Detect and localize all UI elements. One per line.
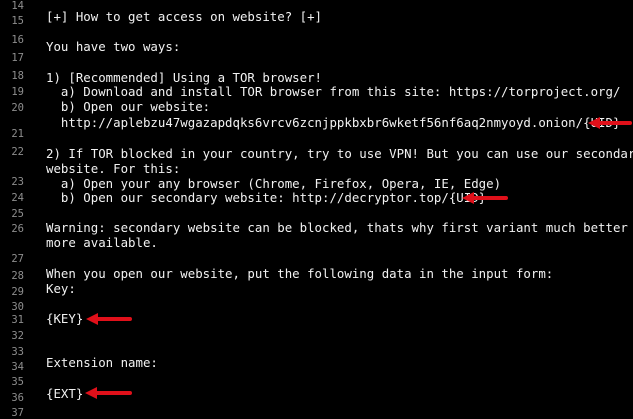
code-line: You have two ways: <box>46 39 181 54</box>
code-line: more available. <box>46 235 158 250</box>
code-line: a) Open your any browser (Chrome, Firefo… <box>46 176 502 191</box>
line-number: 26 <box>11 223 24 235</box>
line-number: 34 <box>11 361 24 373</box>
annotation-arrow-icon <box>462 192 508 204</box>
line-number: 15 <box>11 15 24 27</box>
line-number: 28 <box>11 270 24 282</box>
code-line: When you open our website, put the follo… <box>46 266 554 281</box>
line-number-gutter: 14 15 16 17 18 19 20 21 22 23 24 25 26 2… <box>0 0 32 419</box>
line-number: 19 <box>11 86 24 98</box>
code-line: http://aplebzu47wgazapdqks6vrcv6zcnjppkb… <box>46 115 621 130</box>
code-line: Warning: secondary website can be blocke… <box>46 220 633 235</box>
line-number: 23 <box>11 176 24 188</box>
line-number: 17 <box>11 52 24 64</box>
line-number: 33 <box>11 346 24 358</box>
code-line: a) Download and install TOR browser from… <box>46 84 621 99</box>
line-number: 36 <box>11 392 24 404</box>
line-number: 25 <box>11 208 24 220</box>
arrow-shaft <box>95 391 132 395</box>
line-number: 22 <box>11 146 24 158</box>
line-number: 30 <box>11 301 24 313</box>
code-line: Extension name: <box>46 355 158 370</box>
code-line: b) Open our website: <box>46 99 211 114</box>
line-number: 35 <box>11 376 24 388</box>
code-line: [+] How to get access on website? [+] <box>46 9 323 24</box>
annotation-arrow-icon <box>86 313 132 325</box>
code-line: Key: <box>46 281 76 296</box>
arrow-shaft <box>598 121 632 125</box>
code-line: website. For this: <box>46 161 181 176</box>
annotation-arrow-icon <box>85 387 132 399</box>
code-line: {KEY} <box>46 311 84 326</box>
code-line: 1) [Recommended] Using a TOR browser! <box>46 70 323 85</box>
line-number: 21 <box>11 128 24 140</box>
code-line: {EXT} <box>46 386 84 401</box>
line-number: 29 <box>11 286 24 298</box>
line-number: 14 <box>11 0 24 12</box>
line-number: 27 <box>11 253 24 265</box>
line-number: 16 <box>11 34 24 46</box>
line-number: 37 <box>11 407 24 419</box>
line-number: 31 <box>11 314 24 326</box>
text-editor[interactable]: 14 15 16 17 18 19 20 21 22 23 24 25 26 2… <box>0 0 633 419</box>
arrow-shaft <box>472 196 508 200</box>
line-number: 24 <box>11 192 24 204</box>
arrow-shaft <box>96 317 132 321</box>
line-number: 18 <box>11 70 24 82</box>
line-number: 20 <box>11 102 24 114</box>
annotation-arrow-icon <box>588 117 632 129</box>
code-line: b) Open our secondary website: http://de… <box>46 190 487 205</box>
line-number: 32 <box>11 330 24 342</box>
code-line: 2) If TOR blocked in your country, try t… <box>46 146 633 161</box>
